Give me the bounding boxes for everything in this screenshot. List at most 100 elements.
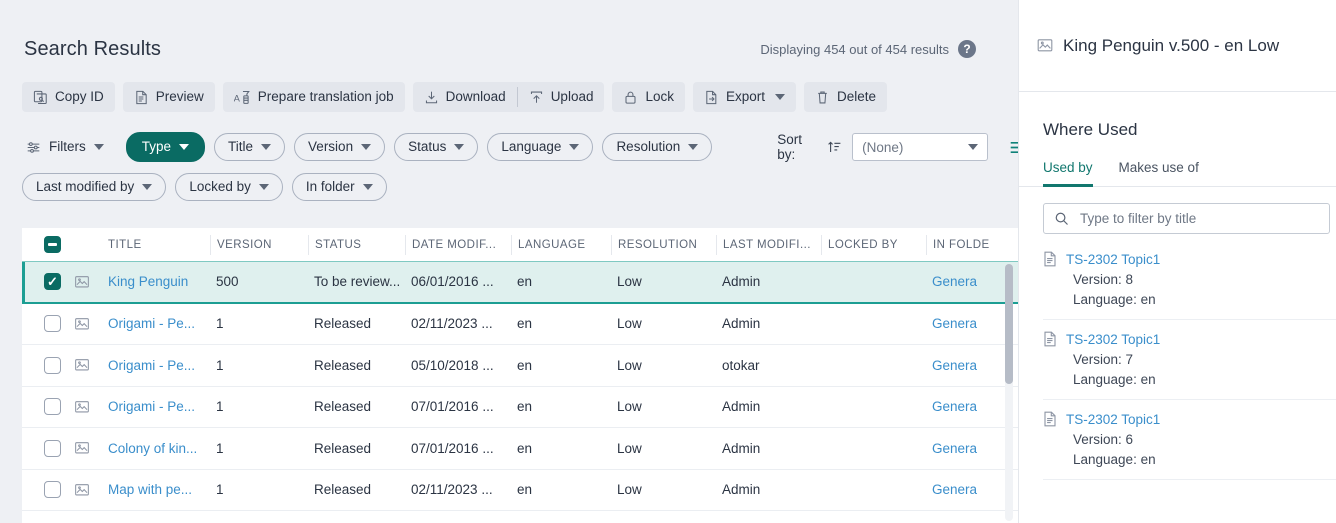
row-in-folder[interactable]: Genera <box>926 399 1016 414</box>
th-resolution[interactable]: RESOLUTION <box>611 234 716 255</box>
sort-by-select[interactable]: (None) <box>852 133 988 162</box>
select-all-checkbox[interactable] <box>44 236 61 253</box>
copy-id-button[interactable]: Copy ID <box>22 82 115 113</box>
th-title[interactable]: TITLE <box>108 235 210 255</box>
filter-pill-version[interactable]: Version <box>294 133 386 161</box>
th-last-modified-by[interactable]: LAST MODIFI... <box>716 234 821 255</box>
row-select-cell <box>22 356 74 374</box>
row-title[interactable]: Map with pe... <box>108 482 210 497</box>
filter-pill-in-folder[interactable]: In folder <box>291 173 387 201</box>
table-scrollbar-thumb[interactable] <box>1005 264 1013 384</box>
row-language: en <box>517 482 533 498</box>
upload-button[interactable]: Upload <box>518 82 605 112</box>
details-panel-title: King Penguin v.500 - en Low <box>1063 35 1280 55</box>
chevron-down-icon <box>261 144 272 151</box>
row-title[interactable]: King Penguin <box>108 274 210 289</box>
row-checkbox[interactable] <box>44 356 61 374</box>
filter-pill-locked-by[interactable]: Locked by <box>175 173 283 201</box>
where-used-item[interactable]: TS-2302 Topic1 Version: 6 Language: en <box>1043 400 1336 480</box>
row-title[interactable]: Colony of kin... <box>108 441 210 456</box>
row-version: 1 <box>216 482 224 498</box>
filter-pill-title[interactable]: Title <box>214 133 286 161</box>
row-checkbox[interactable] <box>44 398 61 416</box>
row-checkbox[interactable] <box>44 439 61 457</box>
lock-icon <box>623 90 638 105</box>
row-version: 1 <box>216 316 224 332</box>
th-date-modified[interactable]: DATE MODIF... <box>405 234 511 255</box>
table-row[interactable]: Origami - Pe... 1 Released 07/01/2016 ... en… <box>22 386 1018 428</box>
where-used-item[interactable]: TS-2302 Topic1 Version: 8 Language: en <box>1043 240 1336 320</box>
lock-button[interactable]: Lock <box>612 82 685 113</box>
results-header: Search Results Displaying 454 out of 454… <box>0 0 1018 68</box>
list-view-icon[interactable] <box>1009 139 1018 156</box>
row-last-modified-by: Admin <box>722 274 761 290</box>
filter-pill-last-modified-by[interactable]: Last modified by <box>22 173 167 201</box>
where-used-filter-input[interactable] <box>1078 210 1319 227</box>
th-status[interactable]: STATUS <box>308 234 405 255</box>
table-row[interactable]: Colony of kin... 1 Released 07/01/2016 ... e… <box>22 428 1018 470</box>
where-used-title: Where Used <box>1043 120 1138 139</box>
tab-makes-use-of[interactable]: Makes use of <box>1119 160 1199 187</box>
row-title[interactable]: Origami - Pe... <box>108 399 210 414</box>
row-status: Released <box>314 399 372 415</box>
document-icon <box>1043 411 1057 427</box>
filter-pill-status[interactable]: Status <box>394 133 479 161</box>
preview-label: Preview <box>155 89 204 104</box>
chevron-down-icon <box>362 183 373 190</box>
th-version[interactable]: VERSION <box>210 234 308 255</box>
row-type-icon <box>74 483 108 497</box>
where-used-item-title[interactable]: TS-2302 Topic1 <box>1066 332 1160 347</box>
th-locked-by[interactable]: LOCKED BY <box>821 234 926 255</box>
table-row[interactable]: Map with pe... 1 Released 02/11/2023 ... en L… <box>22 469 1018 511</box>
th-in-folder[interactable]: IN FOLDE <box>926 234 1016 255</box>
prepare-translation-job-button[interactable]: A Prepare translation job <box>222 82 405 113</box>
row-select-cell: ✓ <box>22 273 74 291</box>
where-used-item[interactable]: TS-2302 Topic1 Version: 7 Language: en <box>1043 320 1336 400</box>
table-row[interactable]: Origami - Pe... 1 Released 02/11/2023 ... en… <box>22 303 1018 345</box>
filters-button[interactable]: Filters <box>22 134 117 160</box>
upload-label: Upload <box>550 89 594 104</box>
tab-used-by[interactable]: Used by <box>1043 160 1093 187</box>
help-icon[interactable]: ? <box>958 40 976 58</box>
th-language[interactable]: LANGUAGE <box>511 234 611 255</box>
table-row[interactable]: Origami - Pe... 1 Released 05/10/2018 ... en… <box>22 345 1018 387</box>
where-used-item-title[interactable]: TS-2302 Topic1 <box>1066 412 1160 427</box>
row-in-folder[interactable]: Genera <box>926 482 1016 497</box>
row-in-folder[interactable]: Genera <box>926 274 1016 289</box>
results-table: TITLE VERSION STATUS DATE MODIF... LANGU… <box>22 228 1018 523</box>
export-button[interactable]: Export <box>693 82 797 113</box>
sort-ascending-icon[interactable] <box>827 139 843 155</box>
delete-button[interactable]: Delete <box>804 82 888 113</box>
filter-pill-title-label: Title <box>228 139 254 155</box>
filter-pill-resolution[interactable]: Resolution <box>602 133 713 161</box>
search-results-panel: Search Results Displaying 454 out of 454… <box>0 0 1018 523</box>
image-icon <box>1037 38 1053 53</box>
row-title[interactable]: Origami - Pe... <box>108 316 210 331</box>
where-used-filter[interactable] <box>1043 203 1330 234</box>
row-language: en <box>517 357 533 373</box>
row-title[interactable]: Origami - Pe... <box>108 358 210 373</box>
row-checkbox[interactable]: ✓ <box>44 273 61 291</box>
filter-pill-type[interactable]: Type <box>125 132 206 162</box>
row-checkbox[interactable] <box>44 315 61 333</box>
chevron-down-icon <box>454 144 465 151</box>
translation-job-icon: A <box>234 90 251 105</box>
table-row[interactable]: ✓ King Penguin 500 To be review... 06/01/201… <box>22 262 1018 304</box>
table-scrollbar[interactable] <box>1005 264 1013 521</box>
preview-button[interactable]: Preview <box>122 82 215 113</box>
row-type-icon <box>74 275 108 289</box>
download-button[interactable]: Download <box>413 82 517 112</box>
prepare-translation-job-label: Prepare translation job <box>257 89 394 104</box>
chevron-down-icon <box>688 144 699 151</box>
copy-id-label: Copy ID <box>55 89 104 104</box>
filter-pill-type-label: Type <box>141 139 172 155</box>
filter-pill-language[interactable]: Language <box>487 133 594 161</box>
row-resolution: Low <box>617 440 642 456</box>
row-in-folder[interactable]: Genera <box>926 441 1016 456</box>
row-select-cell <box>22 439 74 457</box>
row-checkbox[interactable] <box>44 481 61 499</box>
row-in-folder[interactable]: Genera <box>926 358 1016 373</box>
where-used-item-title[interactable]: TS-2302 Topic1 <box>1066 252 1160 267</box>
chevron-down-icon[interactable] <box>775 94 786 101</box>
row-in-folder[interactable]: Genera <box>926 316 1016 331</box>
